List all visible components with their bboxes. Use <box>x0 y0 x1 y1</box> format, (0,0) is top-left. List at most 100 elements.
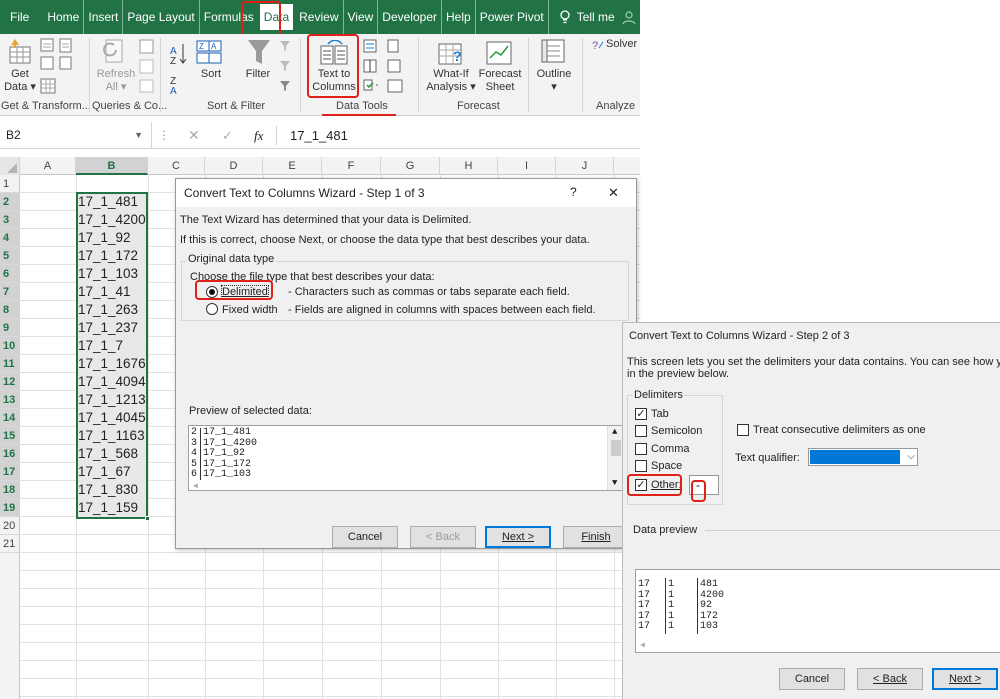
name-box[interactable]: B2 ▼ <box>0 122 152 149</box>
data-preview-box[interactable]: 17 1 481 17 1 4200 17 1 92 17 1 172 17 1 103 ◀ <box>635 569 1000 653</box>
row-header[interactable]: 14 <box>0 409 20 427</box>
preview-box[interactable]: 2 17_1_481 3 17_1_4200 4 17_1_92 5 17_1_172… <box>188 425 624 491</box>
column-header-a[interactable]: A <box>20 157 76 175</box>
column-header-j[interactable]: J <box>556 157 614 175</box>
name-box-dropdown-icon[interactable]: ▼ <box>134 122 143 149</box>
tab-delim-label[interactable]: Tab <box>651 408 669 420</box>
get-data-button[interactable]: Get Data ▾ <box>2 68 38 94</box>
select-all-corner[interactable] <box>0 157 20 175</box>
column-header-d[interactable]: D <box>205 157 263 175</box>
checkbox-tab[interactable]: ✓ <box>635 408 647 420</box>
checkbox-semicolon[interactable] <box>635 425 647 437</box>
checkbox-space[interactable] <box>635 460 647 472</box>
cell-b-value[interactable]: 17_1_92 <box>78 229 131 247</box>
share-person-icon[interactable] <box>622 10 636 24</box>
row-header[interactable]: 8 <box>0 301 20 319</box>
semicolon-delim-label[interactable]: Semicolon <box>651 425 702 437</box>
column-header-h[interactable]: H <box>440 157 498 175</box>
comma-delim-label[interactable]: Comma <box>651 443 690 455</box>
sort-az-icon[interactable]: AZZA <box>168 40 188 100</box>
chevron-down-icon[interactable]: ⌵ <box>907 449 915 465</box>
column-header-g[interactable]: G <box>381 157 440 175</box>
row-header[interactable]: 3 <box>0 211 20 229</box>
cell-b-value[interactable]: 17_1_4045 <box>78 409 146 427</box>
filter-button[interactable]: Filter <box>240 68 276 81</box>
row-header[interactable]: 1 <box>0 175 20 193</box>
finish-button[interactable]: Finish <box>563 526 629 548</box>
row-header[interactable]: 15 <box>0 427 20 445</box>
scroll-left-icon[interactable]: ◀ <box>193 481 198 490</box>
next-button[interactable]: Next > <box>485 526 551 548</box>
row-header[interactable]: 12 <box>0 373 20 391</box>
tell-me-search[interactable]: Tell me <box>549 0 619 34</box>
row-header[interactable]: 7 <box>0 283 20 301</box>
row-header[interactable]: 10 <box>0 337 20 355</box>
outline-button[interactable]: Outline ▾ <box>532 68 576 94</box>
cell-b-value[interactable]: 17_1_103 <box>78 265 138 283</box>
tab-developer[interactable]: Developer <box>378 0 442 34</box>
help-button[interactable]: ? <box>570 185 577 199</box>
cell-b-value[interactable]: 17_1_1676 <box>78 355 146 373</box>
scroll-down-icon[interactable]: ▼ <box>612 478 617 488</box>
cell-b-value[interactable]: 17_1_67 <box>78 463 131 481</box>
column-header-c[interactable]: C <box>148 157 205 175</box>
tab-help[interactable]: Help <box>442 0 476 34</box>
formula-value[interactable]: 17_1_481 <box>290 122 348 149</box>
scroll-up-icon[interactable]: ▲ <box>612 427 617 437</box>
what-if-analysis-button[interactable]: What-If Analysis ▾ <box>425 68 477 94</box>
scroll-left-icon[interactable]: ◀ <box>640 640 645 650</box>
cell-b-value[interactable]: 17_1_568 <box>78 445 138 463</box>
back-button[interactable]: < Back <box>857 668 923 690</box>
cell-b-value[interactable]: 17_1_263 <box>78 301 138 319</box>
fixed-width-label[interactable]: Fixed width <box>222 304 278 316</box>
tab-insert[interactable]: Insert <box>84 0 124 34</box>
cell-b-value[interactable]: 17_1_7 <box>78 337 123 355</box>
cell-b-value[interactable]: 17_1_1163 <box>78 427 145 445</box>
tab-review[interactable]: Review <box>295 0 344 34</box>
tab-power-pivot[interactable]: Power Pivot <box>476 0 549 34</box>
insert-function-icon[interactable]: fx <box>254 122 263 149</box>
radio-fixed-width[interactable] <box>206 303 218 315</box>
row-header[interactable]: 19 <box>0 499 20 517</box>
row-header[interactable]: 2 <box>0 193 20 211</box>
next-button[interactable]: Next > <box>932 668 998 690</box>
cell-b-value[interactable]: 17_1_237 <box>78 319 138 337</box>
row-header[interactable]: 5 <box>0 247 20 265</box>
row-header[interactable]: 17 <box>0 463 20 481</box>
row-header[interactable]: 16 <box>0 445 20 463</box>
cell-b-value[interactable]: 17_1_830 <box>78 481 138 499</box>
cell-b-value[interactable]: 17_1_41 <box>78 283 131 301</box>
row-header[interactable]: 18 <box>0 481 20 499</box>
column-header-e[interactable]: E <box>263 157 322 175</box>
back-button[interactable]: < Back <box>410 526 476 548</box>
row-header[interactable]: 13 <box>0 391 20 409</box>
column-header-f[interactable]: F <box>322 157 381 175</box>
solver-button[interactable]: Solver <box>606 38 640 51</box>
more-options-icon[interactable]: ⋮ <box>158 122 170 149</box>
tab-view[interactable]: View <box>344 0 379 34</box>
checkbox-consecutive[interactable] <box>737 424 749 436</box>
checkbox-comma[interactable] <box>635 443 647 455</box>
row-header[interactable]: 21 <box>0 535 20 553</box>
column-header-b[interactable]: B <box>76 157 148 175</box>
tab-file[interactable]: File <box>6 0 43 34</box>
row-header[interactable]: 20 <box>0 517 20 535</box>
cell-b-value[interactable]: 17_1_159 <box>78 499 138 517</box>
row-header[interactable]: 11 <box>0 355 20 373</box>
tab-page-layout[interactable]: Page Layout <box>123 0 200 34</box>
refresh-all-button[interactable]: Refresh All ▾ <box>94 68 138 94</box>
column-header-i[interactable]: I <box>498 157 556 175</box>
cancel-button[interactable]: Cancel <box>779 668 845 690</box>
scroll-thumb[interactable] <box>611 440 621 456</box>
confirm-entry-icon[interactable]: ✓ <box>222 122 233 149</box>
close-icon[interactable]: ✕ <box>608 185 619 201</box>
sort-button[interactable]: Sort <box>196 68 226 81</box>
cell-b-value[interactable]: 17_1_481 <box>78 193 138 211</box>
cell-b-value[interactable]: 17_1_4094 <box>78 373 146 391</box>
row-header[interactable]: 4 <box>0 229 20 247</box>
cell-b-value[interactable]: 17_1_4200 <box>78 211 146 229</box>
tab-home[interactable]: Home <box>43 0 85 34</box>
space-delim-label[interactable]: Space <box>651 460 682 472</box>
table-range-icon[interactable] <box>40 78 56 94</box>
consecutive-delimiters-label[interactable]: Treat consecutive delimiters as one <box>753 424 926 436</box>
